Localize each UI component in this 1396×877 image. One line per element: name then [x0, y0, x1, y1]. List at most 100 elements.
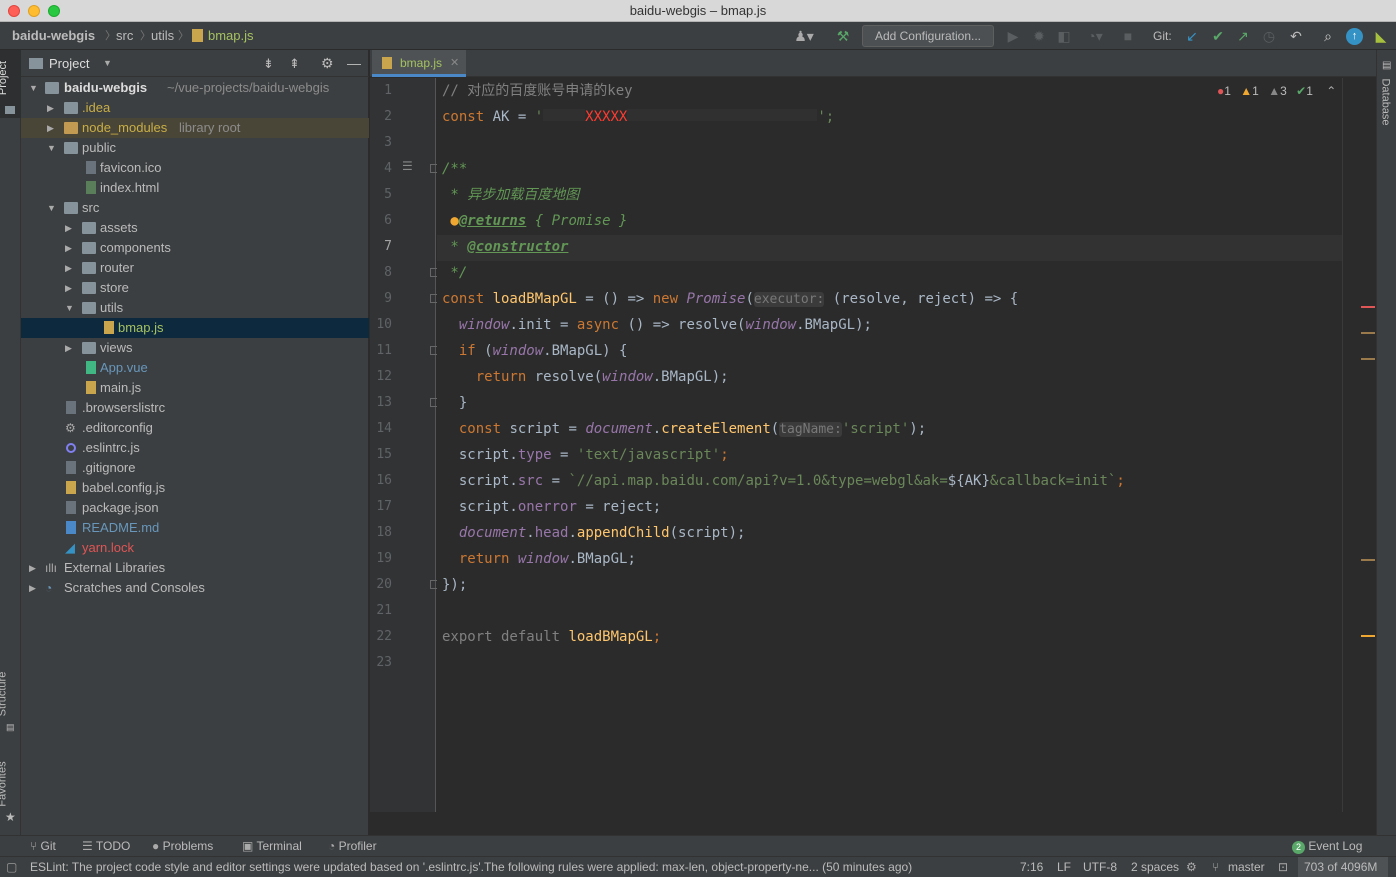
add-configuration-button[interactable]: Add Configuration... [862, 25, 994, 47]
coverage-icon[interactable]: ◧ [1055, 27, 1073, 45]
tree-item-assets[interactable]: ▶ assets [21, 218, 369, 238]
chevron-down-icon[interactable]: ▼ [103, 50, 112, 77]
tree-item-node-modules[interactable]: ▶ node_modules library root [21, 118, 369, 138]
user-icon[interactable]: ♟▾ [790, 27, 818, 45]
chevron-right-icon[interactable]: ▶ [65, 278, 75, 298]
profiler-tool-button[interactable]: ◔ Profiler [328, 836, 377, 857]
tree-item-gitignore[interactable]: .gitignore [21, 458, 369, 478]
indent-setting[interactable]: 2 spaces [1131, 857, 1179, 877]
terminal-tool-button[interactable]: ▣ Terminal [242, 836, 302, 857]
tree-item-store[interactable]: ▶ store [21, 278, 369, 298]
tree-item-package-json[interactable]: package.json [21, 498, 369, 518]
tree-item-babel-config[interactable]: babel.config.js [21, 478, 369, 498]
tree-item-favicon[interactable]: favicon.ico [21, 158, 369, 178]
tree-item-readme[interactable]: README.md [21, 518, 369, 538]
maximize-window-button[interactable] [48, 5, 60, 17]
minimize-panel-icon[interactable]: — [347, 50, 361, 77]
doc-render-icon[interactable]: ☰ [402, 159, 413, 173]
line-separator[interactable]: LF [1057, 857, 1071, 877]
database-tool-tab[interactable]: ▤ Database [1377, 58, 1396, 134]
todo-tool-button[interactable]: ☰ TODO [82, 836, 130, 857]
structure-tool-tab[interactable]: Structure ▤ [0, 662, 21, 734]
tree-item-src[interactable]: ▼ src [21, 198, 369, 218]
profile-icon[interactable]: ◔▾ [1080, 27, 1110, 45]
expand-all-icon[interactable]: ⇞ [289, 50, 300, 77]
update-icon[interactable]: ↑ [1346, 28, 1363, 45]
tree-item-utils[interactable]: ▼ utils [21, 298, 369, 318]
tree-item-public[interactable]: ▼ public [21, 138, 369, 158]
history-icon[interactable]: ◷ [1260, 27, 1278, 45]
error-stripe[interactable] [1342, 78, 1376, 812]
close-icon[interactable]: ✕ [450, 50, 459, 76]
event-log-button[interactable]: 2 Event Log [1292, 836, 1362, 857]
favorites-tool-tab[interactable]: Favorites ★ [0, 752, 21, 826]
breadcrumb-utils[interactable]: utils [151, 22, 174, 50]
lightbulb-icon[interactable]: ● [442, 213, 458, 229]
tab-bmap-js[interactable]: bmap.js ✕ [372, 50, 466, 77]
chevron-right-icon[interactable]: ▶ [29, 558, 39, 578]
close-window-button[interactable] [8, 5, 20, 17]
git-tool-button[interactable]: ⑂ Git [30, 836, 56, 857]
chevron-down-icon[interactable]: ▼ [29, 78, 39, 98]
tree-item-router[interactable]: ▶ router [21, 258, 369, 278]
git-update-icon[interactable]: ↙ [1183, 27, 1201, 45]
collapse-all-icon[interactable]: ⇟ [263, 50, 274, 77]
build-hammer-icon[interactable]: ⚒ [834, 27, 852, 45]
project-tool-tab[interactable]: Project [0, 50, 21, 118]
gear-icon[interactable]: ⚙ [1186, 857, 1197, 877]
chevron-right-icon[interactable]: ▶ [47, 98, 57, 118]
warning-marker[interactable] [1361, 332, 1375, 334]
tree-item-editorconfig[interactable]: ⚙ .editorconfig [21, 418, 369, 438]
debug-icon[interactable]: ✹ [1030, 27, 1048, 45]
project-view-selector[interactable]: Project [49, 50, 89, 77]
warning-marker[interactable] [1361, 559, 1375, 561]
problems-tool-button[interactable]: ● Problems [152, 836, 213, 857]
chevron-down-icon[interactable]: ▼ [65, 298, 75, 318]
git-push-icon[interactable]: ↗ [1234, 27, 1252, 45]
tree-item-components[interactable]: ▶ components [21, 238, 369, 258]
caret-position[interactable]: 7:16 [1020, 857, 1043, 877]
run-icon[interactable]: ▶ [1004, 27, 1022, 45]
layout-toggle-icon[interactable]: ▢ [6, 857, 17, 877]
tree-item-views[interactable]: ▶ views [21, 338, 369, 358]
minimize-window-button[interactable] [28, 5, 40, 17]
file-encoding[interactable]: UTF-8 [1083, 857, 1117, 877]
chevron-right-icon[interactable]: ▶ [65, 338, 75, 358]
inspection-widget[interactable]: ●1 ▲1 ▲3 ✔1 ⌃ ⌄ [1217, 82, 1358, 100]
chevron-right-icon[interactable]: ▶ [65, 238, 75, 258]
tree-item-browserslistrc[interactable]: .browserslistrc [21, 398, 369, 418]
tree-item-app-vue[interactable]: App.vue [21, 358, 369, 378]
plugin-logo-icon[interactable]: ◣ [1372, 27, 1390, 45]
stop-icon[interactable]: ■ [1120, 27, 1136, 45]
rollback-icon[interactable]: ↶ [1287, 27, 1305, 45]
warning-marker[interactable] [1361, 635, 1375, 637]
memory-indicator[interactable]: 703 of 4096M [1298, 857, 1388, 877]
breadcrumb-file[interactable]: bmap.js [208, 22, 254, 50]
chevron-down-icon[interactable]: ▼ [47, 198, 57, 218]
chevron-right-icon[interactable]: ▶ [47, 118, 57, 138]
breadcrumb-project[interactable]: baidu-webgis [12, 22, 95, 50]
gear-icon[interactable]: ⚙ [321, 50, 334, 77]
code-editor[interactable]: // 对应的百度账号申请的key const AK = ' XXXXX '; /**… [437, 78, 1374, 812]
tree-root[interactable]: ▼ baidu-webgis ~/vue-projects/baidu-webg… [21, 78, 369, 98]
search-icon[interactable]: ⌕ [1318, 27, 1338, 45]
tree-item-bmap-js[interactable]: bmap.js [21, 318, 369, 338]
chevron-right-icon[interactable]: ▶ [65, 218, 75, 238]
tree-item-eslintrc[interactable]: .eslintrc.js [21, 438, 369, 458]
warning-marker[interactable] [1361, 358, 1375, 360]
chevron-right-icon[interactable]: ▶ [65, 258, 75, 278]
lock-icon[interactable]: ⊡ [1278, 857, 1288, 877]
tree-item-index-html[interactable]: index.html [21, 178, 369, 198]
tree-item-scratches[interactable]: ▶ ◔ Scratches and Consoles [21, 578, 369, 598]
git-branch[interactable]: master [1228, 857, 1265, 877]
chevron-down-icon[interactable]: ▼ [47, 138, 57, 158]
tree-item-idea[interactable]: ▶ .idea [21, 98, 369, 118]
chevron-right-icon[interactable]: ▶ [29, 578, 39, 598]
tree-item-external-libraries[interactable]: ▶ ıllı External Libraries [21, 558, 369, 578]
breadcrumb-src[interactable]: src [116, 22, 133, 50]
previous-highlight-icon[interactable]: ⌃ [1326, 84, 1336, 98]
git-commit-icon[interactable]: ✔ [1209, 27, 1227, 45]
status-message[interactable]: ESLint: The project code style and edito… [30, 857, 1005, 877]
tree-item-yarn-lock[interactable]: ◢ yarn.lock [21, 538, 369, 558]
tree-item-main-js[interactable]: main.js [21, 378, 369, 398]
